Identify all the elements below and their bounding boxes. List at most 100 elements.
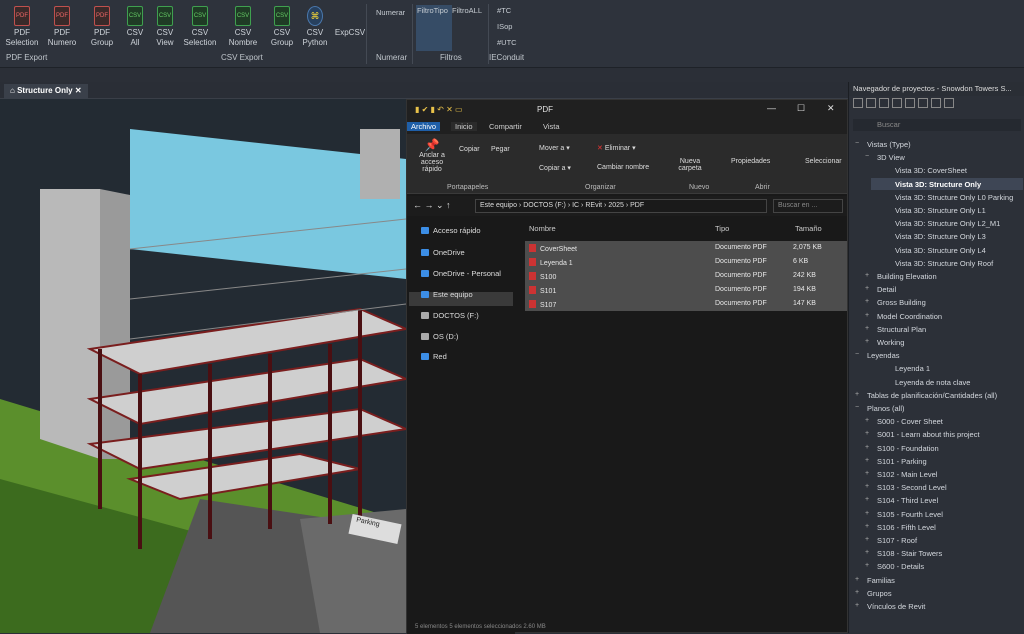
expand-icon[interactable]: + xyxy=(865,496,869,503)
nav-arrows-icon[interactable]: ← → ⌄ ↑ xyxy=(413,200,451,211)
column-type[interactable]: Tipo xyxy=(715,224,729,233)
tree-item[interactable]: Structural Plan xyxy=(877,325,926,334)
breadcrumb-segment[interactable]: PDF xyxy=(630,202,644,209)
expand-icon[interactable]: + xyxy=(855,589,859,596)
file-row[interactable]: CoverSheet Documento PDF 2,075 KB xyxy=(525,241,847,255)
search-input[interactable]: Buscar en ... xyxy=(773,199,843,213)
copy-to-button[interactable]: Copiar a ▾ xyxy=(539,164,571,172)
nav-item[interactable]: DOCTOS (F:) xyxy=(421,311,479,320)
nav-item[interactable]: OneDrive xyxy=(421,248,465,257)
tree-item[interactable]: Grupos xyxy=(867,589,892,598)
ribbon-button[interactable]: PDF PDF Selection xyxy=(2,4,42,50)
expand-icon[interactable]: + xyxy=(865,298,869,305)
tab-inicio[interactable]: Inicio xyxy=(451,122,477,131)
close-button[interactable]: ✕ xyxy=(827,103,835,114)
expand-icon[interactable]: + xyxy=(865,457,869,464)
filtro-all-button[interactable]: FiltroALL xyxy=(452,6,482,15)
tab-vista[interactable]: Vista xyxy=(543,122,560,131)
file-row[interactable]: S107 Documento PDF 147 KB xyxy=(525,297,847,311)
nav-item[interactable]: Red xyxy=(421,352,447,361)
ribbon-button[interactable]: CSV CSV Nombre xyxy=(223,4,263,50)
tree-item[interactable]: Leyendas xyxy=(867,351,900,360)
breadcrumb-segment[interactable]: DOCTOS (F:) xyxy=(523,202,566,209)
collapse-icon[interactable]: − xyxy=(855,140,859,147)
browser-search[interactable]: Buscar xyxy=(853,119,1021,131)
rename-button[interactable]: Cambiar nombre xyxy=(597,164,649,171)
expand-icon[interactable]: + xyxy=(865,430,869,437)
tree-item[interactable]: Working xyxy=(877,338,904,347)
tree-item[interactable]: 3D View xyxy=(877,153,905,162)
tab-structure-only[interactable]: ⌂ Structure Only ✕ xyxy=(4,84,88,99)
tree-item[interactable]: Vista 3D: Structure Only L0 Parking xyxy=(895,193,1013,202)
ribbon-button[interactable]: CSV CSV View xyxy=(145,4,185,50)
tool-icon[interactable] xyxy=(905,98,915,108)
column-size[interactable]: Tamaño xyxy=(795,224,822,233)
expand-icon[interactable]: + xyxy=(855,576,859,583)
move-button[interactable]: Mover a ▾ xyxy=(539,144,570,152)
tc-button[interactable]: #TC xyxy=(497,6,511,15)
properties-button[interactable]: Propiedades xyxy=(731,158,770,165)
expand-icon[interactable]: + xyxy=(865,444,869,451)
expand-icon[interactable]: + xyxy=(855,391,859,398)
breadcrumb-segment[interactable]: Este equipo xyxy=(480,202,517,209)
tree-item[interactable]: S101 - Parking xyxy=(877,457,927,466)
close-icon[interactable]: ✕ xyxy=(75,86,82,95)
collapse-icon[interactable]: − xyxy=(865,153,869,160)
tool-icon[interactable] xyxy=(931,98,941,108)
expand-icon[interactable]: + xyxy=(865,312,869,319)
tab-compartir[interactable]: Compartir xyxy=(489,122,522,131)
tree-item[interactable]: S107 - Roof xyxy=(877,536,917,545)
tree-item[interactable]: Familias xyxy=(867,576,895,585)
tree-item[interactable]: Planos (all) xyxy=(867,404,905,413)
new-folder-button[interactable]: Nueva carpeta xyxy=(675,158,705,172)
nav-item[interactable]: OneDrive - Personal xyxy=(421,269,501,278)
tree-item[interactable]: Tablas de planificación/Cantidades (all) xyxy=(867,391,997,400)
tree-item[interactable]: S103 - Second Level xyxy=(877,483,947,492)
isop-button[interactable]: ISop xyxy=(497,22,512,31)
expand-icon[interactable]: + xyxy=(865,272,869,279)
filtro-tipo-button[interactable]: FiltroTipo xyxy=(417,6,448,15)
tree-item[interactable]: Vista 3D: Structure Only L3 xyxy=(895,232,986,241)
expand-icon[interactable]: + xyxy=(865,338,869,345)
file-row[interactable]: Leyenda 1 Documento PDF 6 KB xyxy=(525,255,847,269)
tool-icon[interactable] xyxy=(944,98,954,108)
delete-button[interactable]: ✕ Eliminar ▾ xyxy=(597,144,636,152)
expand-icon[interactable]: + xyxy=(865,285,869,292)
file-row[interactable]: S100 Documento PDF 242 KB xyxy=(525,269,847,283)
expand-icon[interactable]: + xyxy=(865,417,869,424)
tree-item[interactable]: Leyenda de nota clave xyxy=(895,378,970,387)
breadcrumb-segment[interactable]: REvit xyxy=(585,202,602,209)
maximize-button[interactable]: ☐ xyxy=(797,103,805,114)
tree-item[interactable]: Gross Building xyxy=(877,298,926,307)
nav-item[interactable]: Acceso rápido xyxy=(421,226,481,235)
breadcrumb-segment[interactable]: 2025 xyxy=(608,202,624,209)
tool-icon[interactable] xyxy=(918,98,928,108)
nav-item[interactable]: OS (D:) xyxy=(421,332,458,341)
numerar-dropdown[interactable]: Numerar xyxy=(376,8,405,17)
copy-button[interactable]: Copiar xyxy=(459,146,480,153)
tree-item[interactable]: Model Coordination xyxy=(877,312,942,321)
tree-item[interactable]: Vistas (Type) xyxy=(867,140,911,149)
tree-item[interactable]: S001 - Learn about this project xyxy=(877,430,980,439)
tree-item[interactable]: S104 - Third Level xyxy=(877,496,938,505)
expand-icon[interactable]: + xyxy=(865,510,869,517)
tree-item[interactable]: Detail xyxy=(877,285,896,294)
ribbon-button[interactable]: PDF PDF Numero xyxy=(42,4,82,50)
tree-item[interactable]: S600 - Details xyxy=(877,562,924,571)
expand-icon[interactable]: + xyxy=(865,483,869,490)
ribbon-button[interactable]: CSV CSV Selection xyxy=(180,4,220,50)
expand-icon[interactable]: + xyxy=(865,325,869,332)
tree-item[interactable]: S102 - Main Level xyxy=(877,470,937,479)
expand-icon[interactable]: + xyxy=(865,536,869,543)
tool-icon[interactable] xyxy=(892,98,902,108)
tree-item[interactable]: Vista 3D: Structure Only L1 xyxy=(895,206,986,215)
expand-icon[interactable]: + xyxy=(855,602,859,609)
tree-item[interactable]: S100 - Foundation xyxy=(877,444,939,453)
tree-item[interactable]: S105 - Fourth Level xyxy=(877,510,943,519)
minimize-button[interactable]: — xyxy=(767,103,776,113)
file-row[interactable]: S101 Documento PDF 194 KB xyxy=(525,283,847,297)
tree-item[interactable]: Vista 3D: Structure Only Roof xyxy=(895,259,993,268)
tree-item[interactable]: S106 - Fifth Level xyxy=(877,523,936,532)
tree-item[interactable]: S108 - Stair Towers xyxy=(877,549,942,558)
tree-item[interactable]: Vista 3D: CoverSheet xyxy=(895,166,967,175)
